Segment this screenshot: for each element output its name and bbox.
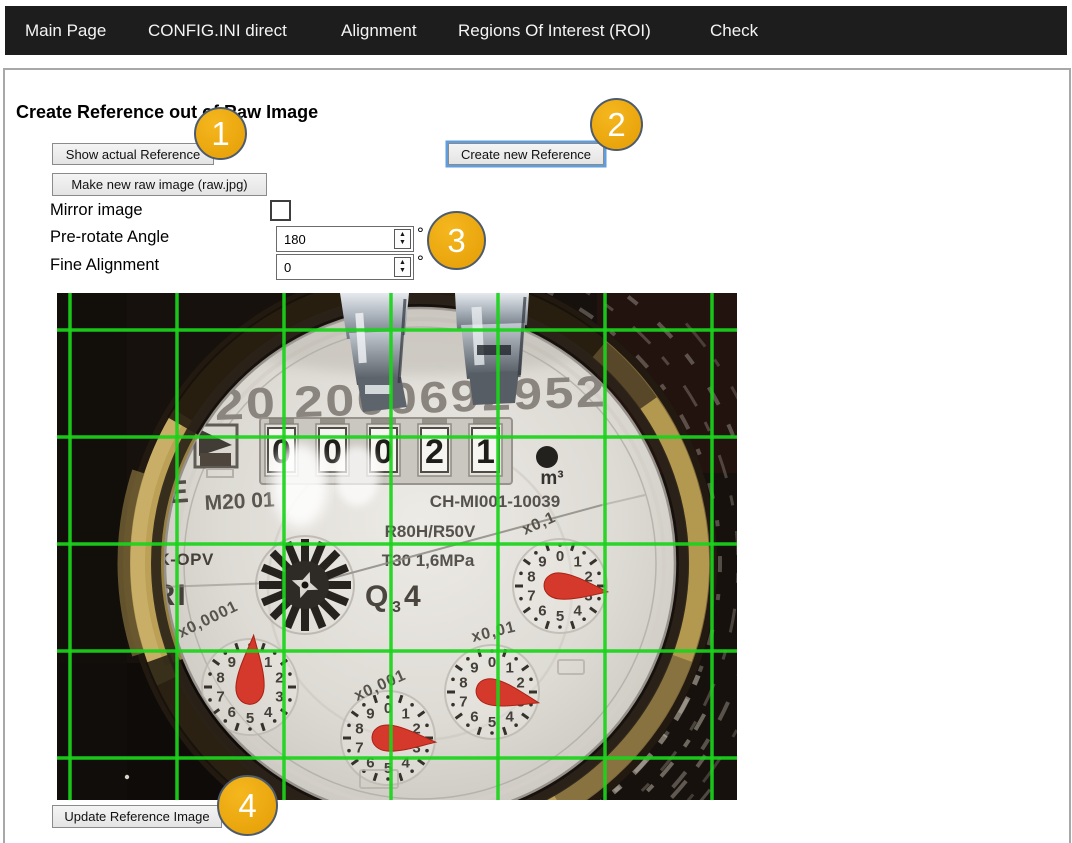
svg-text:4: 4 bbox=[404, 580, 421, 613]
spinner-down-icon[interactable]: ▼ bbox=[399, 239, 406, 247]
svg-text:5: 5 bbox=[556, 608, 564, 625]
svg-text:7: 7 bbox=[355, 739, 363, 756]
mirror-image-checkbox[interactable] bbox=[270, 200, 291, 221]
spinner-up-icon[interactable]: ▲ bbox=[399, 259, 406, 267]
spinner-up-icon[interactable]: ▲ bbox=[399, 231, 406, 239]
top-nav-bar: Main Page CONFIG.INI direct Alignment Regio… bbox=[5, 6, 1067, 55]
svg-text:Q: Q bbox=[365, 580, 388, 613]
svg-text:9: 9 bbox=[470, 660, 478, 677]
svg-text:0: 0 bbox=[488, 654, 496, 671]
svg-text:7: 7 bbox=[216, 689, 224, 706]
svg-text:6: 6 bbox=[538, 602, 546, 619]
nav-item-check[interactable]: Check bbox=[710, 6, 758, 55]
approval-text: M20 01 bbox=[204, 488, 275, 515]
callout-4-badge: 4 bbox=[217, 775, 278, 836]
callout-2-badge: 2 bbox=[590, 98, 643, 151]
show-actual-reference-button[interactable]: Show actual Reference bbox=[52, 143, 214, 165]
odometer-dot bbox=[536, 446, 558, 468]
svg-text:8: 8 bbox=[527, 569, 535, 586]
reference-image: 2020 2000692952 00021 m³ CE M20 01 CH-MI… bbox=[57, 293, 737, 800]
svg-text:7: 7 bbox=[527, 587, 535, 604]
svg-text:1: 1 bbox=[264, 654, 272, 671]
prerotate-spinner[interactable]: ▲ ▼ bbox=[394, 229, 411, 249]
prerotate-angle-label: Pre-rotate Angle bbox=[50, 228, 169, 247]
svg-text:4: 4 bbox=[264, 704, 273, 721]
svg-text:4: 4 bbox=[505, 708, 514, 725]
svg-text:1: 1 bbox=[505, 660, 513, 677]
page-title: Create Reference out of Raw Image bbox=[16, 102, 318, 123]
update-reference-image-button[interactable]: Update Reference Image bbox=[52, 805, 222, 828]
svg-text:8: 8 bbox=[216, 669, 224, 686]
svg-text:7: 7 bbox=[459, 693, 467, 710]
model-number: CH-MI001-10039 bbox=[430, 492, 560, 511]
callout-1-badge: 1 bbox=[194, 107, 247, 160]
prerotate-angle-field: ▲ ▼ bbox=[276, 226, 414, 252]
mirror-image-label: Mirror image bbox=[50, 201, 143, 220]
svg-text:9: 9 bbox=[538, 554, 546, 571]
svg-text:1: 1 bbox=[573, 554, 581, 571]
nav-item-config-ini-direct[interactable]: CONFIG.INI direct bbox=[148, 6, 287, 55]
svg-text:9: 9 bbox=[228, 654, 236, 671]
svg-text:8: 8 bbox=[355, 721, 363, 738]
svg-text:8: 8 bbox=[459, 675, 467, 692]
svg-text:1: 1 bbox=[401, 706, 409, 723]
svg-text:0: 0 bbox=[556, 548, 564, 565]
nav-item-regions-of-interest-roi[interactable]: Regions Of Interest (ROI) bbox=[458, 6, 651, 55]
fine-spinner[interactable]: ▲ ▼ bbox=[394, 257, 411, 277]
nav-item-alignment[interactable]: Alignment bbox=[341, 6, 417, 55]
fine-alignment-field: ▲ ▼ bbox=[276, 254, 414, 280]
prerotate-degree-sign: ° bbox=[417, 224, 424, 244]
svg-text:6: 6 bbox=[470, 708, 478, 725]
callout-3-badge: 3 bbox=[427, 211, 486, 270]
screen: Main Page CONFIG.INI direct Alignment Regio… bbox=[0, 0, 1072, 843]
svg-text:4: 4 bbox=[573, 602, 582, 619]
turbine-gear bbox=[256, 536, 354, 634]
svg-text:5: 5 bbox=[488, 714, 496, 731]
create-new-reference-button[interactable]: Create new Reference bbox=[448, 143, 604, 165]
spinner-down-icon[interactable]: ▼ bbox=[399, 267, 406, 275]
water-meter-photo: 2020 2000692952 00021 m³ CE M20 01 CH-MI… bbox=[57, 293, 737, 800]
svg-text:3: 3 bbox=[392, 599, 401, 616]
ratio-text: R80H/R50V bbox=[385, 522, 476, 541]
svg-text:6: 6 bbox=[228, 704, 236, 721]
unit-label: m³ bbox=[540, 468, 563, 489]
nav-item-main-page[interactable]: Main Page bbox=[25, 6, 106, 55]
svg-text:5: 5 bbox=[246, 710, 254, 727]
fine-degree-sign: ° bbox=[417, 252, 424, 272]
svg-text:9: 9 bbox=[366, 706, 374, 723]
fine-alignment-label: Fine Alignment bbox=[50, 256, 159, 275]
make-new-raw-image-button[interactable]: Make new raw image (raw.jpg) bbox=[52, 173, 267, 196]
